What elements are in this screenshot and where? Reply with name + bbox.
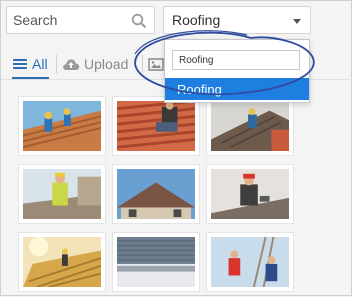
search-input[interactable] xyxy=(7,7,127,33)
image-tile[interactable] xyxy=(206,164,294,224)
search-icon[interactable] xyxy=(131,13,147,29)
category-filter-input[interactable] xyxy=(172,50,300,70)
image-thumbnail xyxy=(117,101,195,151)
image-thumbnail xyxy=(117,169,195,219)
image-icon xyxy=(148,57,164,71)
image-tile[interactable] xyxy=(206,232,294,292)
image-thumbnail xyxy=(211,237,289,287)
image-tile[interactable] xyxy=(18,96,106,156)
cloud-upload-icon xyxy=(63,59,80,70)
tab-separator xyxy=(56,55,57,73)
chevron-down-icon[interactable] xyxy=(293,19,301,24)
image-thumbnail xyxy=(211,169,289,219)
tab-all[interactable]: All xyxy=(13,53,48,75)
image-thumbnail xyxy=(23,101,101,151)
image-thumbnail xyxy=(23,237,101,287)
tab-all-label: All xyxy=(32,56,48,72)
category-select-value: Roofing xyxy=(172,12,221,28)
category-option-roofing[interactable]: Roofing xyxy=(165,78,309,100)
image-tile[interactable] xyxy=(112,164,200,224)
tab-upload-label: Upload xyxy=(84,56,129,72)
image-thumbnail xyxy=(23,169,101,219)
tab-images[interactable] xyxy=(148,53,164,75)
tab-upload[interactable]: Upload xyxy=(62,53,128,75)
list-icon xyxy=(13,59,27,69)
image-tile[interactable] xyxy=(112,96,200,156)
app-frame: Roofing All Upload xyxy=(0,0,352,296)
image-tile[interactable] xyxy=(18,164,106,224)
search-box[interactable] xyxy=(6,6,155,34)
image-tile[interactable] xyxy=(112,232,200,292)
image-tile[interactable] xyxy=(18,232,106,292)
image-thumbnail xyxy=(117,237,195,287)
category-select[interactable]: Roofing xyxy=(163,6,311,34)
image-tile[interactable] xyxy=(206,96,294,156)
category-dropdown: Roofing xyxy=(164,39,310,103)
tab-separator xyxy=(142,55,143,73)
image-thumbnail xyxy=(211,101,289,151)
